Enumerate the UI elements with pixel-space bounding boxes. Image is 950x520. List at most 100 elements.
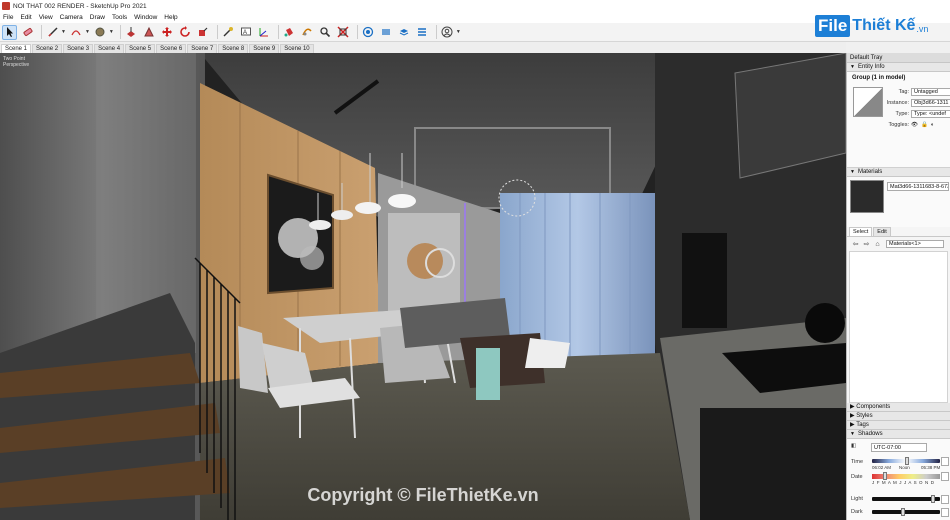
shape-tool-button[interactable] <box>93 25 108 40</box>
entity-info-panel: Group (1 in model) Tag: Untagged Instanc… <box>847 72 950 168</box>
style-builder-button[interactable] <box>415 25 430 40</box>
instance-field[interactable]: Obj3d66-1311 <box>911 99 950 107</box>
timezone-dropdown[interactable]: UTC-07:00 <box>871 443 927 452</box>
paint-bucket-button[interactable] <box>282 25 297 40</box>
model-viewport[interactable]: Two Point Perspective Copyright © FileTh… <box>0 53 846 520</box>
chevron-down-icon[interactable]: ▼ <box>109 29 114 35</box>
select-tool-button[interactable] <box>2 24 17 40</box>
svg-text:A: A <box>243 30 247 36</box>
tab-edit[interactable]: Edit <box>873 227 891 236</box>
lock-icon[interactable]: 🔒 <box>921 122 928 128</box>
dark-field[interactable] <box>941 508 949 517</box>
sketchup-window: NOI THAT 002 RENDER - SketchUp Pro 2021 … <box>0 0 950 520</box>
styles-header[interactable]: ▶ Styles <box>847 412 950 421</box>
tray-title: Default Tray <box>847 53 950 63</box>
tab-scene-10[interactable]: Scene 10 <box>280 44 314 53</box>
entity-name: Group (1 in model) <box>852 75 906 81</box>
shadow-icon[interactable]: ◐ <box>931 122 934 128</box>
scale-tool-button[interactable] <box>196 25 211 40</box>
tab-select[interactable]: Select <box>849 227 873 236</box>
shadow-toggle-icon[interactable]: ◧ <box>851 443 856 449</box>
copyright-watermark: Copyright © FileThietKe.vn <box>307 485 539 505</box>
warehouse-icon <box>363 26 374 38</box>
menu-view[interactable]: View <box>39 14 53 21</box>
triangle-down-icon: ▼ <box>850 63 855 70</box>
orbit-button[interactable] <box>300 25 315 40</box>
tape-measure-button[interactable] <box>221 25 236 40</box>
tab-scene-8[interactable]: Scene 8 <box>218 44 249 53</box>
offset-button[interactable] <box>142 25 157 40</box>
coffee-table <box>525 338 570 368</box>
forward-arrow-icon[interactable]: ⇨ <box>862 240 871 249</box>
scale-icon <box>199 27 208 36</box>
cushion <box>476 348 500 400</box>
axes-tool-button[interactable] <box>257 25 272 40</box>
time-slider-handle[interactable] <box>905 457 909 465</box>
back-arrow-icon[interactable]: ⇦ <box>851 240 860 249</box>
shadows-header[interactable]: ▼ Shadows <box>847 430 950 439</box>
extension-warehouse-button[interactable] <box>379 25 394 40</box>
dark-slider[interactable] <box>872 510 940 514</box>
menu-edit[interactable]: Edit <box>20 14 31 21</box>
menu-bar: File Edit View Camera Draw Tools Window … <box>0 12 950 23</box>
entity-material-swatch[interactable] <box>853 87 883 117</box>
menu-file[interactable]: File <box>3 14 13 21</box>
materials-list[interactable] <box>849 251 948 403</box>
move-tool-button[interactable] <box>160 25 175 40</box>
entity-info-header[interactable]: ▼ Entity Info <box>847 63 950 72</box>
tab-scene-2[interactable]: Scene 2 <box>32 44 63 53</box>
zoom-button[interactable] <box>318 25 333 40</box>
light-field[interactable] <box>941 495 949 504</box>
tape-measure-icon <box>223 27 234 37</box>
text-tool-button[interactable]: A <box>239 25 254 40</box>
tab-scene-5[interactable]: Scene 5 <box>125 44 156 53</box>
magnifier-icon <box>320 27 331 38</box>
warehouse-button[interactable] <box>361 25 376 40</box>
layout-button[interactable] <box>397 25 412 40</box>
arc-tool-button[interactable] <box>69 25 84 40</box>
time-field[interactable] <box>941 457 949 466</box>
menu-camera[interactable]: Camera <box>60 14 83 21</box>
tab-scene-4[interactable]: Scene 4 <box>94 44 125 53</box>
tab-scene-7[interactable]: Scene 7 <box>187 44 218 53</box>
chevron-down-icon[interactable]: ▼ <box>456 29 461 35</box>
light-slider[interactable] <box>872 497 940 501</box>
home-icon[interactable]: ⌂ <box>873 240 882 249</box>
date-field[interactable] <box>941 472 949 481</box>
menu-draw[interactable]: Draw <box>90 14 105 21</box>
light-slider-handle[interactable] <box>931 495 935 503</box>
tab-scene-1[interactable]: Scene 1 <box>1 44 32 53</box>
menu-tools[interactable]: Tools <box>112 14 127 21</box>
push-pull-button[interactable] <box>124 25 139 40</box>
components-header[interactable]: ▶ Components <box>847 403 950 412</box>
menu-window[interactable]: Window <box>134 14 157 21</box>
instance-row: Instance: Obj3d66-1311 <box>885 99 950 107</box>
account-button[interactable] <box>440 25 455 40</box>
dark-slider-handle[interactable] <box>901 508 905 516</box>
chevron-down-icon[interactable]: ▼ <box>85 29 90 35</box>
logo-thietke-text: Thiết Kế <box>852 17 916 34</box>
line-tool-button[interactable] <box>45 25 60 40</box>
tab-scene-6[interactable]: Scene 6 <box>156 44 187 53</box>
camera-label: Two Point Perspective <box>3 56 30 68</box>
tab-scene-3[interactable]: Scene 3 <box>63 44 94 53</box>
rotate-tool-button[interactable] <box>178 25 193 40</box>
main-toolbar: ▼ ▼ ▼ A ▼ <box>0 23 950 42</box>
chevron-down-icon[interactable]: ▼ <box>61 29 66 35</box>
eye-icon[interactable]: 👁 <box>911 122 918 128</box>
material-preview[interactable] <box>850 180 884 213</box>
push-pull-icon <box>127 27 136 37</box>
offset-icon <box>144 26 155 37</box>
menu-help[interactable]: Help <box>164 14 177 21</box>
tab-scene-9[interactable]: Scene 9 <box>249 44 280 53</box>
materials-header[interactable]: ▼ Materials <box>847 168 950 177</box>
kettle <box>805 303 845 343</box>
material-name-field[interactable]: Mat3d66-1311683-8-673 <box>887 182 949 191</box>
date-slider-handle[interactable] <box>883 472 887 480</box>
type-field[interactable]: Type: <undef <box>911 110 950 118</box>
materials-collection-dropdown[interactable]: Materials<1> <box>886 240 944 248</box>
zoom-extents-button[interactable] <box>336 25 351 40</box>
eraser-tool-button[interactable] <box>20 25 35 40</box>
zoom-extents-icon <box>337 26 349 38</box>
tag-dropdown[interactable]: Untagged <box>911 88 950 96</box>
